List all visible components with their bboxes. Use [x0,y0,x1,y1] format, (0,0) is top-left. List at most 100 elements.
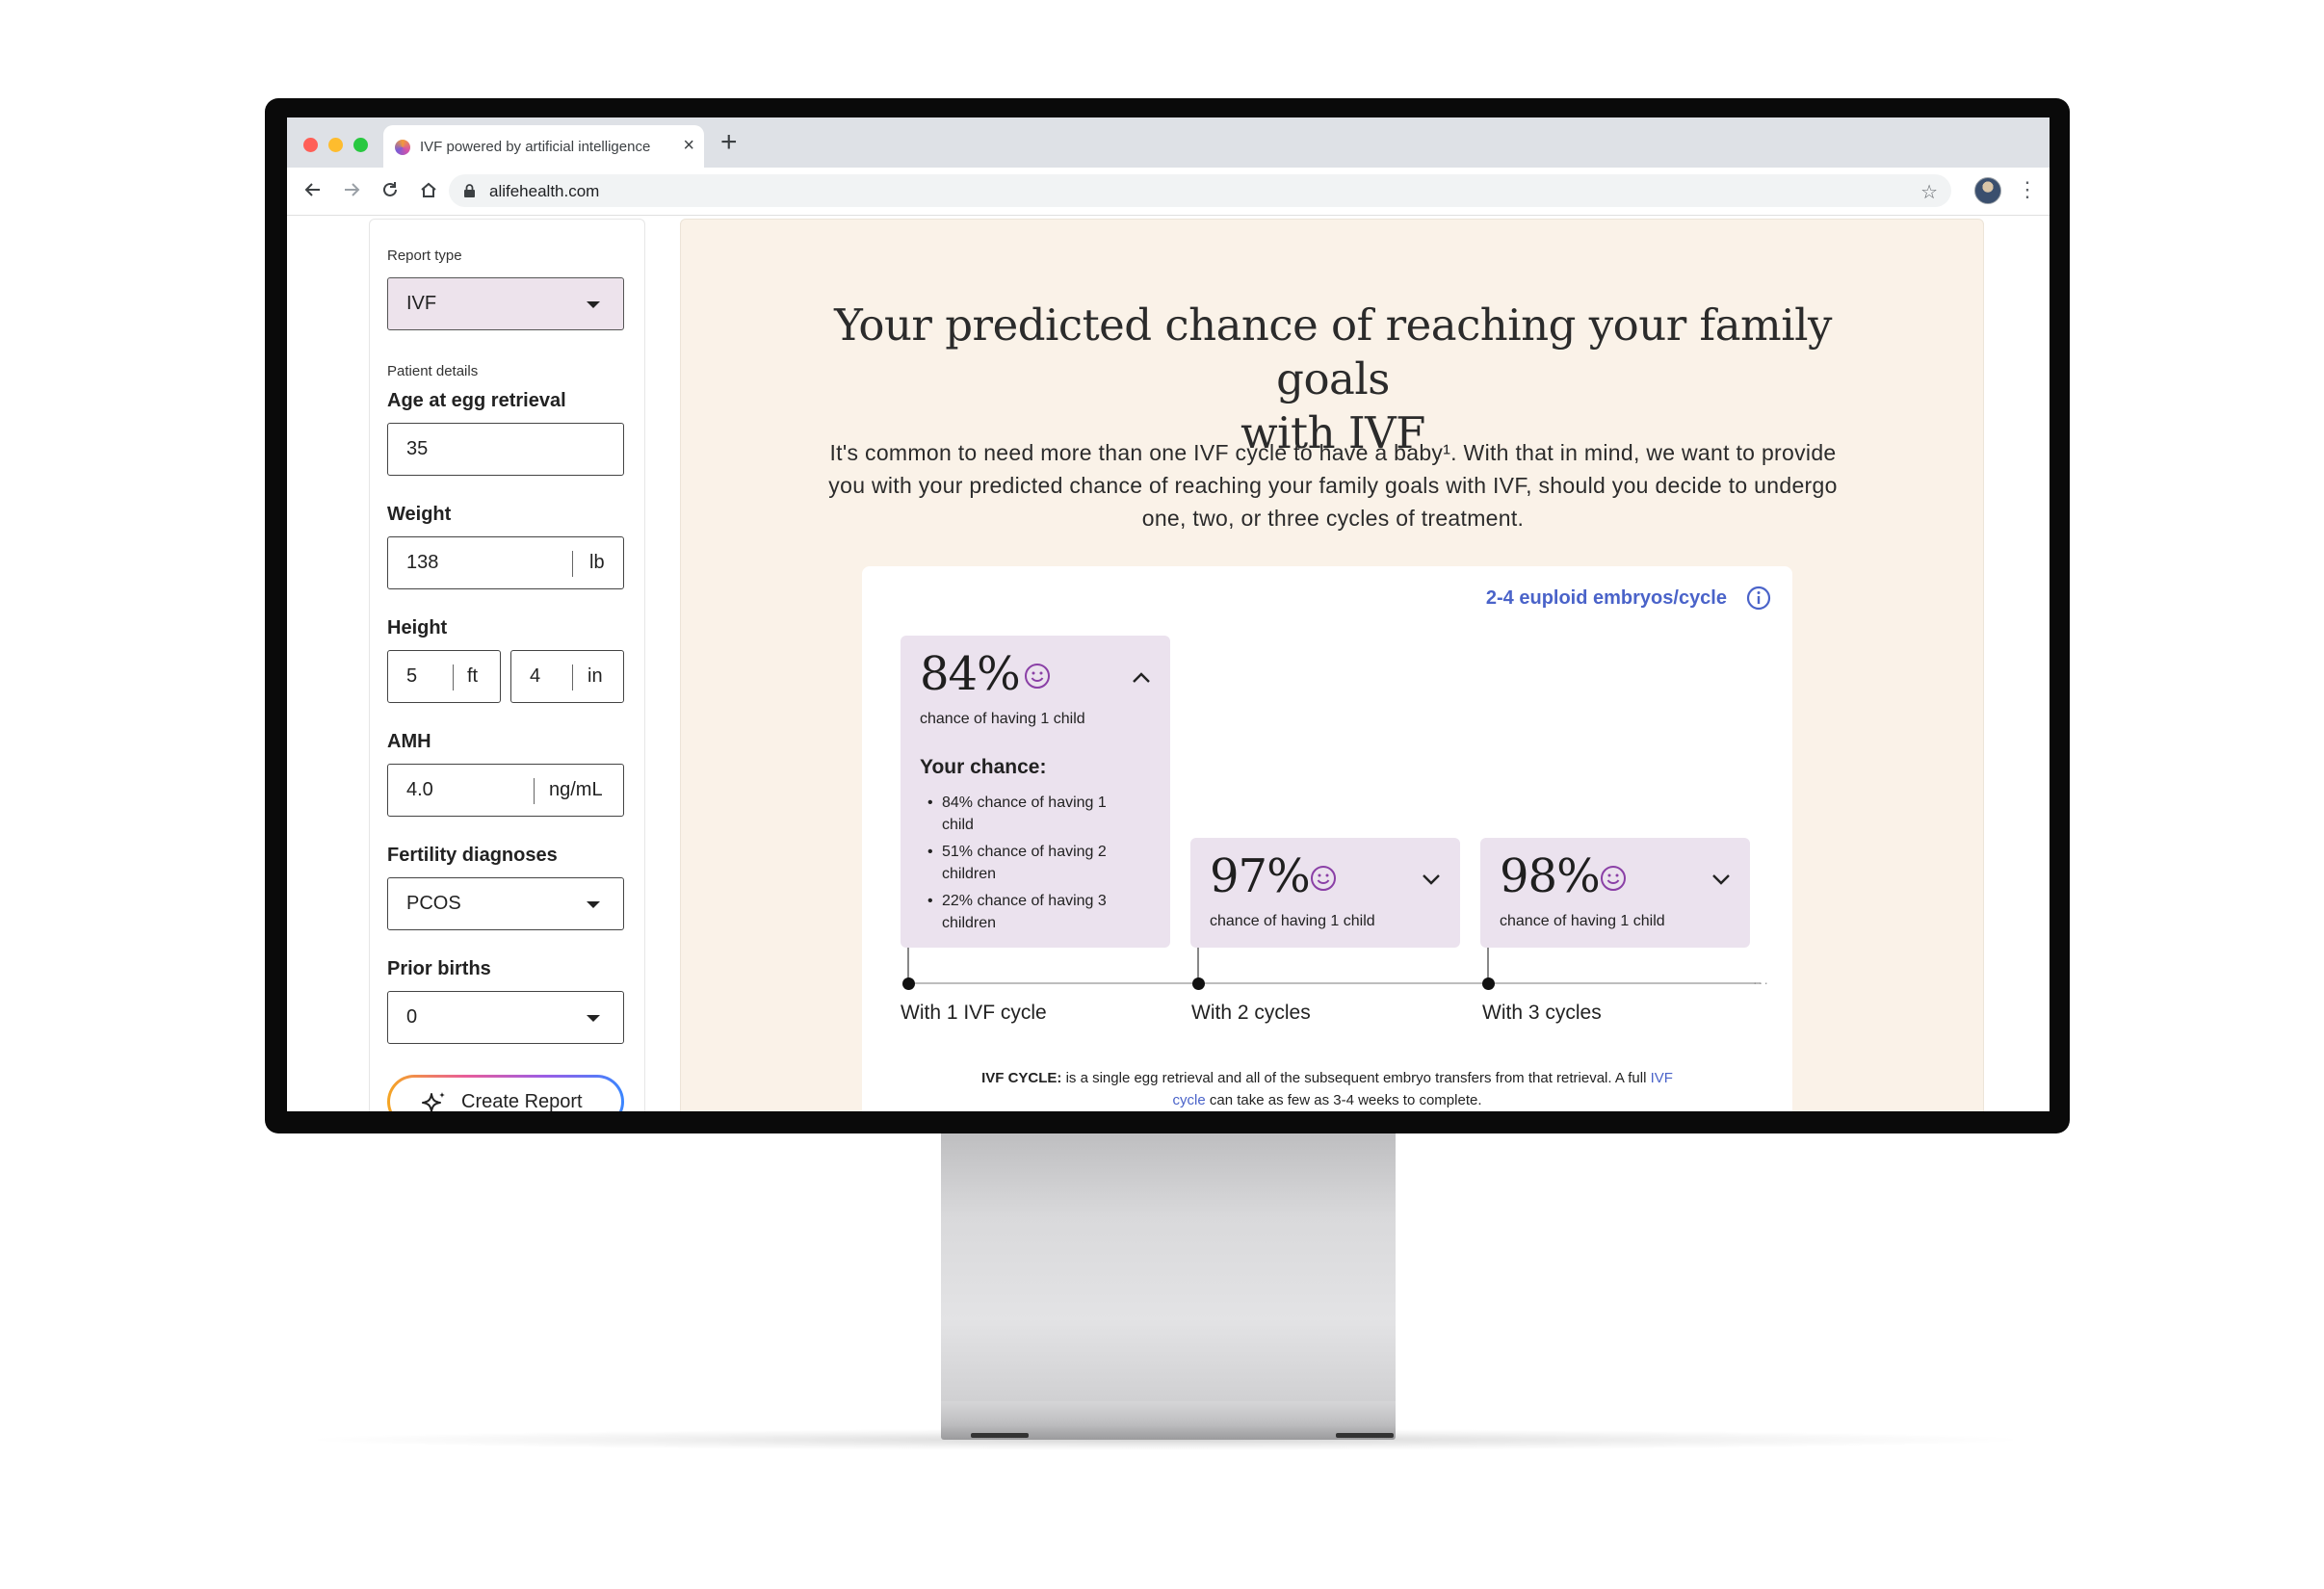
weight-label: Weight [387,504,452,525]
report-type-select[interactable]: IVF [387,277,624,330]
timeline-dot [1192,977,1205,990]
star-icon[interactable]: ☆ [1920,180,1938,204]
footnote-text-end: can take as few as 3-4 weeks to complete… [1205,1092,1482,1108]
amh-label: AMH [387,731,431,752]
address-bar[interactable]: alifehealth.com ☆ [449,174,1951,207]
result-percent: 98% [1500,849,1601,903]
age-label: Age at egg retrieval [387,390,566,411]
info-icon[interactable] [1746,586,1771,615]
unit-divider [572,551,573,577]
home-icon[interactable] [414,175,443,204]
weight-input[interactable]: 138 lb [387,536,624,589]
zoom-window-button[interactable] [353,138,368,152]
create-report-label: Create Report [461,1091,583,1111]
prior-births-select[interactable]: 0 [387,991,624,1044]
browser-tab-active[interactable]: IVF powered by artificial intelligence × [383,125,704,168]
report-form-sidebar: Report type IVF Patient details Age at e… [369,219,645,1111]
back-icon[interactable] [299,175,327,204]
forward-icon[interactable] [337,175,366,204]
footnote-term: IVF CYCLE: [981,1070,1062,1086]
result-box-cycle-1[interactable]: 84% chance of having 1 child Your chance… [901,636,1170,948]
chevron-down-icon[interactable] [1422,873,1441,891]
caret-down-icon [587,301,600,308]
height-label: Height [387,617,448,638]
cycle-label-2: With 2 cycles [1191,1002,1311,1024]
result-percent: 97% [1210,849,1311,903]
ivf-link[interactable]: IVF [1651,1070,1673,1086]
smile-icon [1600,865,1627,897]
caret-down-icon [587,901,600,908]
lock-icon [463,183,476,203]
diagnoses-select[interactable]: PCOS [387,877,624,930]
headline-line-1: Your predicted chance of reaching your f… [834,300,1832,404]
result-percent: 84% [920,647,1021,701]
timeline-dot [902,977,915,990]
page-viewport: Report type IVF Patient details Age at e… [287,217,2050,1111]
chance-detail-item: 22% chance of having 3 children [920,890,1141,934]
browser-toolbar: alifehealth.com ☆ ⋮ [287,168,2050,216]
footnote-text: is a single egg retrieval and all of the… [1061,1070,1651,1086]
close-window-button[interactable] [303,138,318,152]
prior-births-label: Prior births [387,958,491,979]
timeline-line [908,982,1761,984]
chevron-down-icon[interactable] [1711,873,1731,891]
smile-icon [1024,663,1051,694]
monitor-screen: IVF powered by artificial intelligence ×… [287,117,2050,1111]
your-chance-title: Your chance: [920,756,1047,778]
result-box-cycle-2[interactable]: 97% chance of having 1 child [1190,838,1460,948]
amh-input[interactable]: 4.0 ng/mL [387,764,624,817]
chance-details-list: 84% chance of having 1 child 51% chance … [920,792,1141,939]
height-feet-input[interactable]: 5 ft [387,650,501,703]
monitor-stand-neck [941,1117,1396,1406]
ivf-cycle-footnote: IVF CYCLE: is a single egg retrieval and… [901,1067,1754,1111]
tab-title: IVF powered by artificial intelligence [420,139,651,155]
height-inches-input[interactable]: 4 in [510,650,624,703]
unit-divider [572,664,573,690]
amh-unit: ng/mL [549,779,603,800]
cycle-label-1: With 1 IVF cycle [901,1002,1047,1024]
browser-menu-icon[interactable]: ⋮ [2017,177,2038,202]
reload-icon[interactable] [376,175,405,204]
result-caption: chance of having 1 child [1500,913,1665,929]
height-inches-unit: in [588,665,603,687]
monitor-foot-left [971,1433,1029,1438]
chance-detail-item: 51% chance of having 2 children [920,841,1141,885]
minimize-window-button[interactable] [328,138,343,152]
weight-unit: lb [589,552,605,573]
results-panel: Your predicted chance of reaching your f… [680,219,1984,1111]
report-type-value: IVF [406,293,437,314]
height-inches-value: 4 [530,665,541,687]
prediction-card: 2-4 euploid embryos/cycle 84% chance of … [862,566,1792,1111]
sparkle-icon [421,1090,448,1111]
report-type-label: Report type [387,247,462,264]
height-feet-value: 5 [406,665,418,687]
create-report-button[interactable]: Create Report [387,1075,624,1111]
chevron-up-icon[interactable] [1132,670,1151,689]
tab-close-icon[interactable]: × [683,135,694,156]
caret-down-icon [587,1015,600,1022]
diagnoses-label: Fertility diagnoses [387,845,558,866]
height-feet-unit: ft [467,665,479,687]
unit-divider [534,778,535,804]
favicon-icon [395,140,410,155]
age-value: 35 [406,438,429,459]
embryo-count-link[interactable]: 2-4 euploid embryos/cycle [1486,587,1727,610]
result-box-cycle-3[interactable]: 98% chance of having 1 child [1480,838,1750,948]
unit-divider [453,664,454,690]
patient-details-label: Patient details [387,363,479,379]
cycle-link[interactable]: cycle [1173,1092,1206,1108]
profile-avatar[interactable] [1974,177,2001,204]
result-caption: chance of having 1 child [920,711,1085,727]
timeline-continuation: ··· [1753,975,1769,990]
intro-paragraph: It's common to need more than one IVF cy… [828,440,1838,531]
age-input[interactable]: 35 [387,423,624,476]
url-text: alifehealth.com [489,182,600,200]
prior-births-value: 0 [406,1006,418,1028]
browser-tab-strip: IVF powered by artificial intelligence ×… [287,117,2050,168]
new-tab-button[interactable]: + [720,127,738,158]
weight-value: 138 [406,552,439,573]
smile-icon [1310,865,1337,897]
timeline-dot [1482,977,1495,990]
result-caption: chance of having 1 child [1210,913,1375,929]
monitor-foot-right [1336,1433,1394,1438]
